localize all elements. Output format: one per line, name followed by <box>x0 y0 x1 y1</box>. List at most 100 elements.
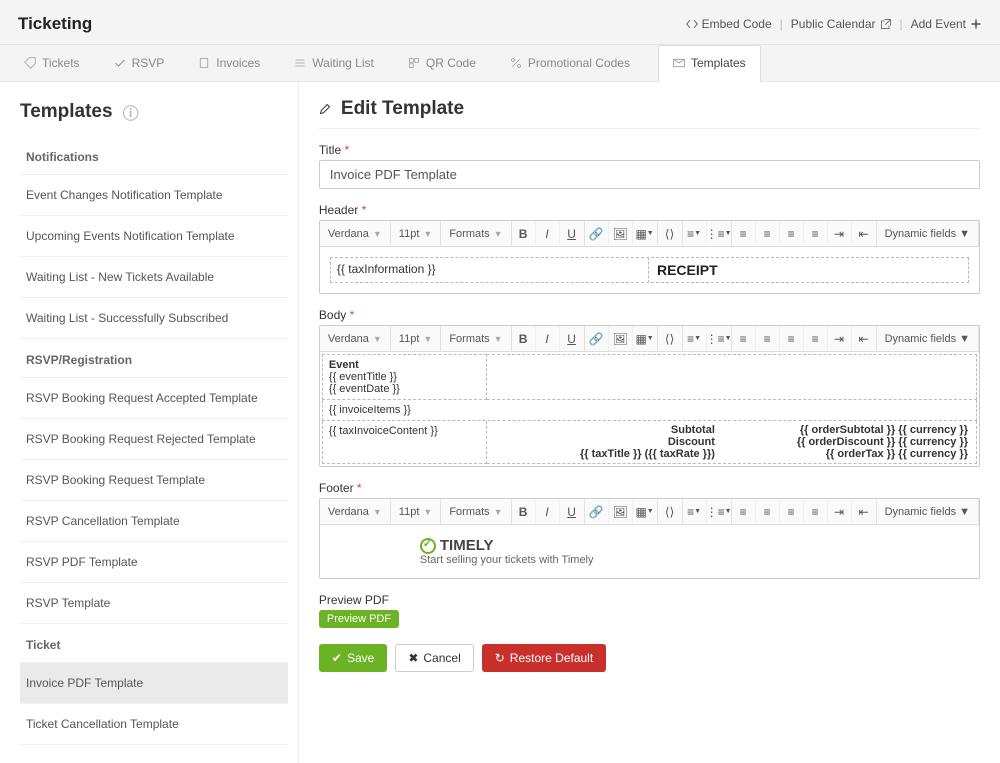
embed-code-action[interactable]: Embed Code <box>686 17 772 31</box>
dynamic-fields-select[interactable]: Dynamic fields▼ <box>877 228 978 240</box>
public-calendar-action[interactable]: Public Calendar <box>791 17 892 31</box>
align-center-button[interactable]: ≡ <box>756 499 780 524</box>
footer-editor-body[interactable]: TIMELY Start selling your tickets with T… <box>320 525 979 578</box>
link-button[interactable]: 🔗 <box>585 221 609 246</box>
italic-button[interactable]: I <box>536 221 560 246</box>
bulletlist-button[interactable]: ⋮≡▼ <box>707 221 731 246</box>
tab-tickets[interactable]: Tickets <box>18 45 86 81</box>
underline-button[interactable]: U <box>560 221 584 246</box>
tab-promo[interactable]: Promotional Codes <box>504 45 636 81</box>
align-left-button[interactable]: ≡ <box>732 221 756 246</box>
align-right-button[interactable]: ≡ <box>780 221 804 246</box>
bold-button[interactable]: B <box>512 499 536 524</box>
size-select[interactable]: 11pt▼ <box>391 333 441 345</box>
font-select[interactable]: Verdana▼ <box>320 506 390 518</box>
event-date: {{ eventDate }} <box>329 383 480 395</box>
outdent-button[interactable]: ⇤ <box>852 326 876 351</box>
group-header-ticket: Ticket <box>20 624 288 663</box>
sidebar-item-rsvp-accepted[interactable]: RSVP Booking Request Accepted Template <box>20 378 288 419</box>
size-select[interactable]: 11pt▼ <box>391 506 441 518</box>
cancel-button[interactable]: ✖ Cancel <box>395 644 473 672</box>
tab-qr[interactable]: QR Code <box>402 45 482 81</box>
sidebar-item-invoice-pdf[interactable]: Invoice PDF Template <box>20 663 288 704</box>
source-button[interactable]: ⟨⟩ <box>658 221 682 246</box>
preview-pdf-button[interactable]: Preview PDF <box>319 610 399 628</box>
event-label: Event <box>329 359 480 371</box>
align-justify-button[interactable]: ≡ <box>804 326 828 351</box>
tab-invoices[interactable]: Invoices <box>192 45 266 81</box>
numlist-button[interactable]: ≡▼ <box>683 326 707 351</box>
discount-label: Discount <box>495 436 715 448</box>
add-event-action[interactable]: Add Event <box>911 17 982 31</box>
sidebar-item-rsvp-template[interactable]: RSVP Template <box>20 583 288 624</box>
font-select[interactable]: Verdana▼ <box>320 228 390 240</box>
sidebar-item-upcoming-events[interactable]: Upcoming Events Notification Template <box>20 216 288 257</box>
image-button[interactable]: 🖼 <box>609 221 633 246</box>
public-calendar-label: Public Calendar <box>791 17 876 31</box>
table-button[interactable]: ▦▼ <box>633 326 657 351</box>
indent-icon: ⇥ <box>834 227 844 241</box>
header-editor-body[interactable]: {{ taxInformation }} RECEIPT <box>320 247 979 293</box>
underline-button[interactable]: U <box>560 326 584 351</box>
link-button[interactable]: 🔗 <box>585 326 609 351</box>
align-justify-button[interactable]: ≡ <box>804 499 828 524</box>
align-right-button[interactable]: ≡ <box>780 326 804 351</box>
save-button[interactable]: ✔ Save <box>319 644 387 672</box>
table-button[interactable]: ▦▼ <box>633 221 657 246</box>
formats-select[interactable]: Formats▼ <box>441 333 510 345</box>
sidebar-item-rsvp-cancel[interactable]: RSVP Cancellation Template <box>20 501 288 542</box>
italic-button[interactable]: I <box>536 326 560 351</box>
align-right-button[interactable]: ≡ <box>780 499 804 524</box>
body-editor-body[interactable]: Event {{ eventTitle }} {{ eventDate }} {… <box>320 352 979 466</box>
image-button[interactable]: 🖼 <box>609 326 633 351</box>
source-button[interactable]: ⟨⟩ <box>658 326 682 351</box>
align-left-button[interactable]: ≡ <box>732 326 756 351</box>
sidebar-item-ticket-cancel[interactable]: Ticket Cancellation Template <box>20 704 288 745</box>
sidebar-item-waiting-new[interactable]: Waiting List - New Tickets Available <box>20 257 288 298</box>
dynamic-fields-select[interactable]: Dynamic fields▼ <box>877 333 978 345</box>
indent-button[interactable]: ⇥ <box>828 499 852 524</box>
align-justify-icon: ≡ <box>812 227 819 241</box>
indent-button[interactable]: ⇥ <box>828 326 852 351</box>
size-select[interactable]: 11pt▼ <box>391 228 441 240</box>
bold-button[interactable]: B <box>512 221 536 246</box>
dynamic-fields-select[interactable]: Dynamic fields▼ <box>877 506 978 518</box>
bold-button[interactable]: B <box>512 326 536 351</box>
align-left-button[interactable]: ≡ <box>732 499 756 524</box>
align-justify-button[interactable]: ≡ <box>804 221 828 246</box>
outdent-button[interactable]: ⇤ <box>852 499 876 524</box>
numlist-button[interactable]: ≡▼ <box>683 499 707 524</box>
tab-waiting[interactable]: Waiting List <box>288 45 380 81</box>
info-icon[interactable]: ⓘ <box>123 100 139 124</box>
code-icon: ⟨⟩ <box>665 227 674 241</box>
tab-rsvp[interactable]: RSVP <box>108 45 171 81</box>
image-button[interactable]: 🖼 <box>609 499 633 524</box>
indent-button[interactable]: ⇥ <box>828 221 852 246</box>
bulletlist-icon: ⋮≡ <box>706 227 725 241</box>
header-receipt-cell: RECEIPT <box>651 257 969 283</box>
timely-clock-icon <box>420 538 436 554</box>
underline-button[interactable]: U <box>560 499 584 524</box>
align-center-button[interactable]: ≡ <box>756 326 780 351</box>
sidebar-item-rsvp-pdf[interactable]: RSVP PDF Template <box>20 542 288 583</box>
bulletlist-button[interactable]: ⋮≡▼ <box>707 499 731 524</box>
bulletlist-button[interactable]: ⋮≡▼ <box>707 326 731 351</box>
sidebar-item-rsvp-rejected[interactable]: RSVP Booking Request Rejected Template <box>20 419 288 460</box>
title-input[interactable] <box>319 160 980 189</box>
source-button[interactable]: ⟨⟩ <box>658 499 682 524</box>
align-center-button[interactable]: ≡ <box>756 221 780 246</box>
sidebar-item-rsvp-request[interactable]: RSVP Booking Request Template <box>20 460 288 501</box>
formats-select[interactable]: Formats▼ <box>441 228 510 240</box>
numlist-button[interactable]: ≡▼ <box>683 221 707 246</box>
tab-templates[interactable]: Templates <box>658 45 761 82</box>
outdent-button[interactable]: ⇤ <box>852 221 876 246</box>
sidebar-item-waiting-subscribed[interactable]: Waiting List - Successfully Subscribed <box>20 298 288 339</box>
italic-button[interactable]: I <box>536 499 560 524</box>
mail-icon <box>673 57 685 69</box>
link-button[interactable]: 🔗 <box>585 499 609 524</box>
font-select[interactable]: Verdana▼ <box>320 333 390 345</box>
sidebar-item-event-changes[interactable]: Event Changes Notification Template <box>20 175 288 216</box>
restore-default-button[interactable]: ↻ Restore Default <box>482 644 606 672</box>
formats-select[interactable]: Formats▼ <box>441 506 510 518</box>
table-button[interactable]: ▦▼ <box>633 499 657 524</box>
